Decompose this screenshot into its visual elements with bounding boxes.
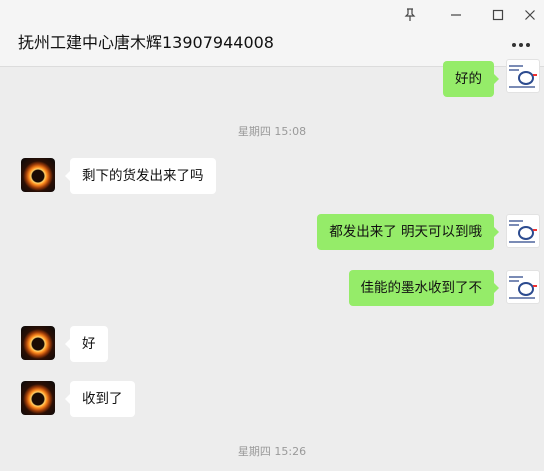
incoming-message-bubble[interactable]: 剩下的货发出来了吗 [65,158,216,194]
contact-avatar[interactable] [21,158,55,192]
own-avatar[interactable] [506,59,540,93]
title-bar: 抚州工建中心唐木辉13907944008 [0,0,544,67]
contact-avatar[interactable] [21,326,55,360]
timestamp: 星期四 15:26 [237,445,307,458]
pin-icon[interactable] [400,6,420,24]
outgoing-message-bubble[interactable]: 都发出来了 明天可以到哦 [317,214,499,250]
own-avatar[interactable] [506,270,540,304]
more-options-icon[interactable] [512,43,530,47]
timestamp: 星期四 15:08 [237,125,307,138]
own-avatar[interactable] [506,214,540,248]
outgoing-message-bubble[interactable]: 佳能的墨水收到了不 [348,270,499,306]
chat-title: 抚州工建中心唐木辉13907944008 [18,33,274,52]
contact-avatar[interactable] [21,381,55,415]
message-list[interactable]: 好的 星期四 15:08 剩下的货发出来了吗 都发出来了 明天可以到哦 佳能的墨… [0,59,544,471]
close-icon[interactable] [520,6,540,24]
incoming-message-bubble[interactable]: 好 [65,326,108,362]
incoming-message-bubble[interactable]: 收到了 [65,381,135,417]
outgoing-message-bubble[interactable]: 好的 [443,61,499,97]
minimize-icon[interactable] [446,6,466,24]
maximize-icon[interactable] [488,6,508,24]
